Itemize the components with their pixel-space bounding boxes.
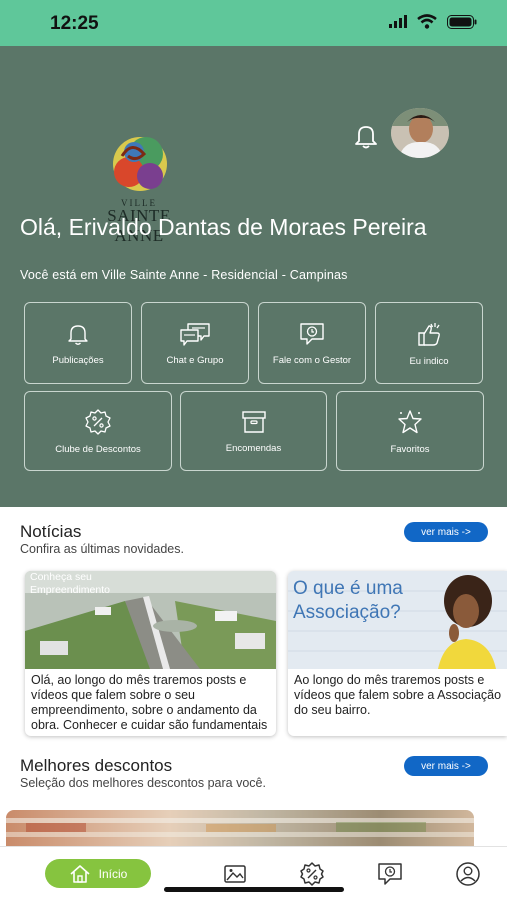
tile-label: Fale com o Gestor bbox=[272, 354, 352, 366]
news-section-subtitle: Confira as últimas novidades. bbox=[20, 542, 184, 556]
discounts-see-more-button[interactable]: ver mais -> bbox=[404, 756, 488, 776]
notification-bell-icon[interactable] bbox=[351, 120, 381, 150]
tile-label: Publicações bbox=[52, 354, 104, 366]
tile-publicacoes[interactable]: Publicações bbox=[24, 302, 132, 384]
discount-badge-icon bbox=[85, 408, 111, 435]
home-icon bbox=[70, 864, 90, 883]
tile-encomendas[interactable]: Encomendas bbox=[180, 391, 327, 471]
home-indicator bbox=[164, 887, 344, 892]
news-card-text: Ao longo do mês traremos posts e vídeos … bbox=[294, 673, 502, 717]
tile-favoritos[interactable]: Favoritos bbox=[336, 391, 484, 471]
chat-icon bbox=[180, 322, 210, 346]
tile-clube-descontos[interactable]: Clube de Descontos bbox=[24, 391, 172, 471]
tile-label: Encomendas bbox=[225, 442, 282, 454]
news-card-image: O que é uma Associação? bbox=[288, 571, 507, 669]
avatar-photo-icon bbox=[391, 108, 449, 158]
status-bar: 12:25 bbox=[0, 0, 507, 46]
news-card[interactable]: O que é uma Associação? Ao longo do mês … bbox=[288, 571, 507, 736]
condo-logo: VILLE SAINTE ANNE bbox=[84, 132, 194, 245]
news-card-image: Conheça seu Empreendimento bbox=[25, 571, 276, 669]
location-text: Você está em Ville Sainte Anne - Residen… bbox=[20, 268, 348, 282]
supermarket-photo-icon bbox=[6, 818, 474, 837]
star-icon bbox=[398, 409, 422, 433]
tile-label: Eu indico bbox=[409, 355, 449, 367]
manager-icon[interactable] bbox=[377, 861, 403, 887]
tab-home[interactable]: Início bbox=[45, 859, 151, 888]
tile-label: Chat e Grupo bbox=[166, 354, 224, 366]
tile-label: Clube de Descontos bbox=[55, 443, 141, 455]
discounts-section-subtitle: Seleção dos melhores descontos para você… bbox=[20, 776, 266, 790]
wifi-icon bbox=[417, 14, 437, 29]
discounts-section-title: Melhores descontos bbox=[20, 756, 173, 775]
logo-emblem-icon bbox=[113, 137, 167, 191]
tile-eu-indico[interactable]: Eu indico bbox=[375, 302, 483, 384]
profile-icon[interactable] bbox=[455, 861, 481, 887]
gallery-icon[interactable] bbox=[222, 861, 248, 887]
bell-icon bbox=[68, 324, 88, 345]
greeting-text: Olá, Erivaldo Dantas de Moraes Pereira bbox=[20, 214, 427, 240]
status-icons bbox=[389, 14, 477, 29]
tab-home-label: Início bbox=[98, 866, 128, 881]
signal-icon bbox=[389, 15, 407, 28]
thumbs-up-icon bbox=[418, 322, 440, 346]
package-box-icon bbox=[241, 410, 266, 433]
discount-promo-card[interactable] bbox=[6, 810, 474, 850]
battery-icon bbox=[447, 14, 477, 29]
status-time: 12:25 bbox=[50, 13, 99, 34]
manager-chat-icon bbox=[300, 322, 324, 345]
tile-label: Favoritos bbox=[390, 443, 430, 455]
news-section-title: Notícias bbox=[20, 522, 82, 541]
discount-icon[interactable] bbox=[299, 861, 325, 887]
news-card-image-caption: O que é uma Associação? bbox=[293, 578, 403, 623]
news-card[interactable]: Conheça seu Empreendimento Olá, ao longo… bbox=[25, 571, 276, 736]
user-avatar[interactable] bbox=[391, 108, 449, 158]
news-card-image-caption: Conheça seu Empreendimento bbox=[30, 571, 110, 596]
tile-chat-grupo[interactable]: Chat e Grupo bbox=[141, 302, 249, 384]
news-see-more-button[interactable]: ver mais -> bbox=[404, 522, 488, 542]
tile-fale-gestor[interactable]: Fale com o Gestor bbox=[258, 302, 366, 384]
news-card-text: Olá, ao longo do mês traremos posts e ví… bbox=[31, 673, 268, 732]
